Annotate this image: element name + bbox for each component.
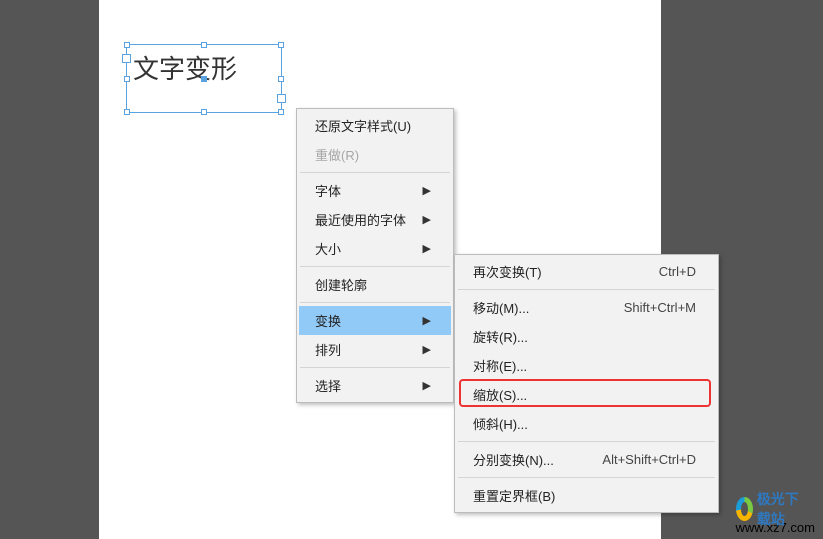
context-menu-item-label: 变换 (315, 311, 411, 330)
text-frame[interactable]: 文字变形 (126, 44, 282, 113)
transform-menu-item-4[interactable]: 对称(E)... (457, 351, 716, 380)
chevron-right-icon: ▶ (423, 343, 431, 356)
transform-menu-item-3[interactable]: 旋转(R)... (457, 322, 716, 351)
menu-separator (300, 266, 450, 267)
transform-menu-item-0[interactable]: 再次变换(T) Ctrl+D (457, 257, 716, 286)
transform-menu-item-label: 旋转(R)... (473, 327, 696, 346)
transform-menu-item-label: 再次变换(T) (473, 262, 635, 281)
context-menu-item-label: 大小 (315, 239, 411, 258)
context-menu-item-label: 字体 (315, 181, 411, 200)
chevron-right-icon: ▶ (423, 213, 431, 226)
transform-menu-item-shortcut: Shift+Ctrl+M (624, 300, 696, 315)
resize-handle-br[interactable] (278, 109, 284, 115)
resize-handle-bl[interactable] (124, 109, 130, 115)
transform-menu-item-label: 分别变换(N)... (473, 450, 578, 469)
transform-menu-item-2[interactable]: 移动(M)... Shift+Ctrl+M (457, 293, 716, 322)
chevron-right-icon: ▶ (423, 314, 431, 327)
transform-menu-item-label: 对称(E)... (473, 356, 696, 375)
transform-submenu: 再次变换(T) Ctrl+D 移动(M)... Shift+Ctrl+M 旋转(R)..… (454, 254, 719, 513)
context-menu-item-label: 选择 (315, 376, 411, 395)
chevron-right-icon: ▶ (423, 242, 431, 255)
context-menu: 还原文字样式(U)重做(R)字体▶最近使用的字体▶大小▶创建轮廓变换▶排列▶选择… (296, 108, 454, 403)
menu-separator (300, 302, 450, 303)
resize-handle-tm[interactable] (201, 42, 207, 48)
context-menu-item-12[interactable]: 选择 ▶ (299, 371, 451, 400)
transform-menu-item-label: 移动(M)... (473, 298, 600, 317)
chevron-right-icon: ▶ (423, 379, 431, 392)
resize-handle-mr[interactable] (278, 76, 284, 82)
chevron-right-icon: ▶ (423, 184, 431, 197)
context-menu-item-4[interactable]: 最近使用的字体 ▶ (299, 205, 451, 234)
transform-menu-item-6[interactable]: 倾斜(H)... (457, 409, 716, 438)
context-menu-item-label: 重做(R) (315, 145, 431, 164)
resize-handle-bm[interactable] (201, 109, 207, 115)
text-content: 文字变形 (127, 45, 281, 90)
transform-menu-item-5[interactable]: 缩放(S)... (457, 380, 716, 409)
center-point[interactable] (201, 76, 207, 82)
menu-separator (300, 172, 450, 173)
context-menu-item-label: 还原文字样式(U) (315, 116, 431, 135)
menu-separator (300, 367, 450, 368)
transform-menu-item-label: 缩放(S)... (473, 385, 696, 404)
menu-separator (458, 477, 715, 478)
transform-menu-item-label: 重置定界框(B) (473, 486, 696, 505)
text-in-port[interactable] (122, 54, 131, 63)
context-menu-item-label: 创建轮廓 (315, 275, 431, 294)
watermark-logo-icon (736, 497, 753, 521)
menu-separator (458, 441, 715, 442)
context-menu-item-0[interactable]: 还原文字样式(U) (299, 111, 451, 140)
resize-handle-tr[interactable] (278, 42, 284, 48)
transform-menu-item-label: 倾斜(H)... (473, 414, 696, 433)
watermark: 极光下载站 www.xz7.com (736, 520, 815, 535)
transform-menu-item-shortcut: Alt+Shift+Ctrl+D (602, 452, 696, 467)
transform-menu-item-10[interactable]: 重置定界框(B) (457, 481, 716, 510)
context-menu-item-7[interactable]: 创建轮廓 (299, 270, 451, 299)
resize-handle-tl[interactable] (124, 42, 130, 48)
transform-menu-item-shortcut: Ctrl+D (659, 264, 696, 279)
resize-handle-ml[interactable] (124, 76, 130, 82)
context-menu-item-9[interactable]: 变换 ▶ (299, 306, 451, 335)
context-menu-item-3[interactable]: 字体 ▶ (299, 176, 451, 205)
context-menu-item-1: 重做(R) (299, 140, 451, 169)
context-menu-item-label: 排列 (315, 340, 411, 359)
transform-menu-item-8[interactable]: 分别变换(N)... Alt+Shift+Ctrl+D (457, 445, 716, 474)
watermark-title: 极光下载站 (757, 489, 807, 529)
menu-separator (458, 289, 715, 290)
context-menu-item-10[interactable]: 排列 ▶ (299, 335, 451, 364)
text-out-port[interactable] (277, 94, 286, 103)
context-menu-item-label: 最近使用的字体 (315, 210, 411, 229)
context-menu-item-5[interactable]: 大小 ▶ (299, 234, 451, 263)
